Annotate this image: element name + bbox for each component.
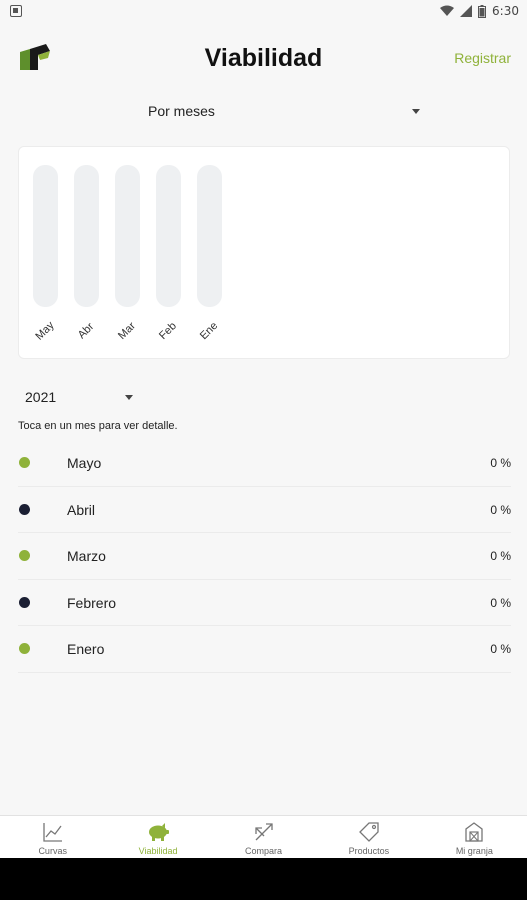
chart-card: May Abr Mar Feb Ene (18, 146, 510, 359)
month-value: 0 % (490, 456, 511, 470)
bar-track[interactable] (33, 165, 58, 307)
month-dot (19, 550, 30, 561)
month-name: Mayo (67, 455, 102, 471)
period-dropdown[interactable]: Por meses (148, 100, 420, 122)
bar-label: Ene (197, 319, 221, 343)
hint-text: Toca en un mes para ver detalle. (18, 420, 178, 432)
status-time: 6:30 (492, 4, 519, 18)
bar-label: May (33, 319, 57, 343)
month-name: Enero (67, 641, 105, 657)
bar-label: Feb (157, 320, 179, 342)
month-value: 0 % (490, 549, 511, 563)
year-dropdown[interactable]: 2021 (25, 387, 133, 407)
tag-icon (359, 822, 379, 842)
bar-track[interactable] (156, 165, 181, 307)
bottom-nav: Curvas Viabilidad Compara Productos Mi g… (0, 815, 527, 858)
nav-label: Productos (348, 846, 390, 856)
nav-item-curvas[interactable]: Curvas (0, 816, 105, 858)
month-name: Febrero (67, 594, 117, 611)
chevron-down-icon (125, 394, 133, 400)
app-header: Viabilidad Registrar (0, 36, 527, 84)
notification-icon (10, 5, 22, 17)
nav-label: Compara (245, 846, 283, 856)
barn-icon (465, 822, 483, 842)
wifi-icon (440, 5, 455, 16)
page-title: Viabilidad (204, 44, 323, 72)
battery-icon (478, 4, 487, 18)
month-row-enero[interactable]: Enero 0 % (18, 626, 511, 673)
nav-item-productos[interactable]: Productos (316, 816, 421, 858)
compare-arrows-icon (254, 823, 273, 841)
nav-item-viabilidad[interactable]: Viabilidad (105, 816, 210, 858)
month-value: 0 % (490, 502, 511, 517)
pig-icon (149, 823, 170, 841)
bar-label: Mar (116, 320, 138, 342)
month-row-abril[interactable]: Abril 0 % (18, 487, 511, 533)
system-nav-bar (0, 858, 527, 900)
bar-label: Abr (75, 320, 97, 342)
bar-track[interactable] (74, 165, 99, 307)
month-dot (19, 503, 30, 515)
line-chart-icon (43, 823, 62, 842)
status-bar: 6:30 (0, 0, 527, 22)
month-row-marzo[interactable]: Marzo 0 % (18, 533, 511, 580)
chevron-down-icon (412, 108, 420, 114)
month-row-febrero[interactable]: Febrero 0 % (18, 580, 511, 626)
app-screen: 6:30 Viabilidad Registrar Por meses May A… (0, 0, 527, 858)
nav-item-mi-granja[interactable]: Mi granja (422, 816, 527, 858)
month-dot (19, 457, 30, 468)
month-list: Mayo 0 % Abril 0 % Marzo 0 % Febrero 0 %… (0, 440, 527, 673)
bar-track[interactable] (115, 165, 140, 307)
month-dot (19, 643, 30, 654)
year-dropdown-value: 2021 (25, 389, 57, 405)
signal-icon (460, 5, 473, 17)
nav-label: Mi granja (455, 846, 493, 856)
status-icons: 6:30 (440, 4, 519, 18)
nav-item-compara[interactable]: Compara (211, 816, 316, 858)
bar-track[interactable] (197, 165, 222, 307)
month-dot (19, 596, 30, 608)
month-name: Abril (67, 501, 96, 518)
period-dropdown-value: Por meses (148, 103, 215, 119)
month-name: Marzo (67, 548, 106, 564)
nav-label: Curvas (38, 846, 67, 856)
month-value: 0 % (490, 642, 511, 656)
register-button[interactable]: Registrar (454, 50, 511, 66)
month-value: 0 % (490, 595, 511, 610)
nav-label: Viabilidad (138, 846, 178, 856)
month-row-mayo[interactable]: Mayo 0 % (18, 440, 511, 487)
